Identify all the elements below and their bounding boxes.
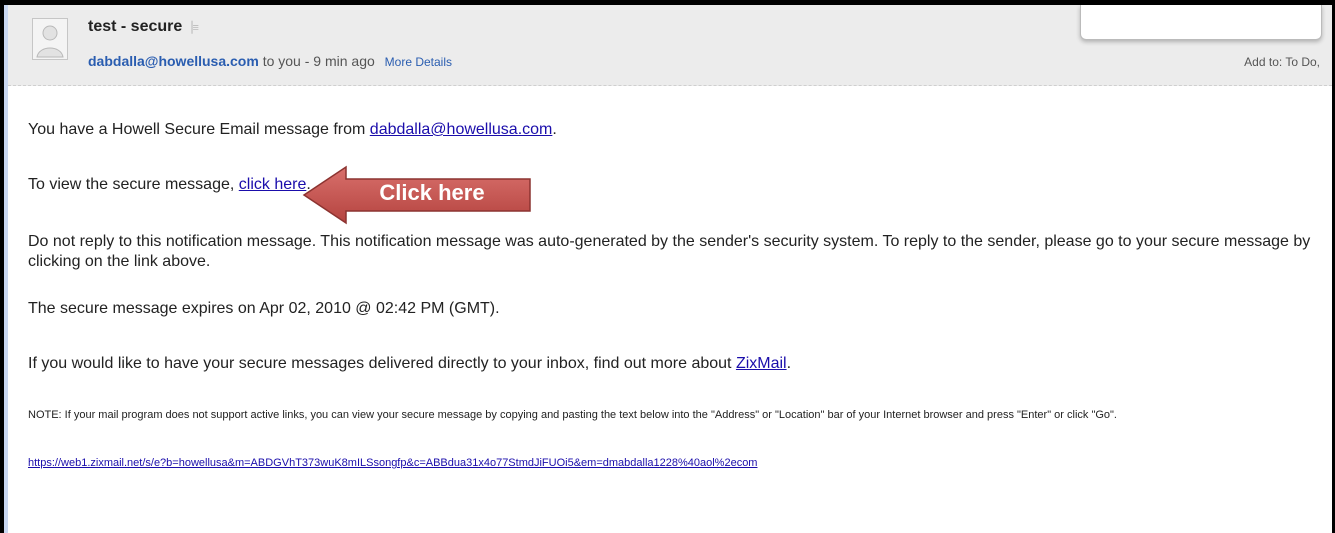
- body-paragraph-4: The secure message expires on Apr 02, 20…: [28, 300, 500, 317]
- more-details-link[interactable]: More Details: [385, 55, 452, 69]
- flag-icon[interactable]: ▕≡: [184, 21, 199, 34]
- body-url-paragraph: https://web1.zixmail.net/s/e?b=howellusa…: [28, 457, 757, 469]
- p5-end: .: [786, 355, 792, 372]
- email-meta: dabdalla@howellusa.com to you - 9 min ag…: [88, 53, 452, 69]
- body-paragraph-3: Do not reply to this notification messag…: [28, 233, 1311, 270]
- body-paragraph-2: To view the secure message, click here.: [28, 176, 311, 194]
- p5-text: If you would like to have your secure me…: [28, 355, 736, 372]
- sender-email-link[interactable]: dabdalla@howellusa.com: [370, 121, 553, 138]
- body-paragraph-1: You have a Howell Secure Email message f…: [28, 121, 557, 139]
- click-here-callout: Click here: [302, 165, 552, 225]
- p1-text: You have a Howell Secure Email message f…: [28, 121, 370, 138]
- body-note: NOTE: If your mail program does not supp…: [28, 409, 1117, 421]
- avatar[interactable]: [32, 18, 68, 60]
- meta-suffix: to you - 9 min ago: [258, 53, 375, 69]
- click-here-link[interactable]: click here: [239, 176, 307, 193]
- sender-link[interactable]: dabdalla@howellusa.com: [88, 53, 259, 69]
- popup-panel: [1080, 5, 1322, 40]
- callout-label: Click here: [379, 180, 485, 205]
- body-paragraph-5: If you would like to have your secure me…: [28, 355, 791, 373]
- secure-url-link[interactable]: https://web1.zixmail.net/s/e?b=howellusa…: [28, 457, 757, 469]
- p2-text: To view the secure message,: [28, 176, 239, 193]
- email-subject: test - secure: [88, 18, 183, 35]
- zixmail-link[interactable]: ZixMail: [736, 355, 787, 372]
- add-to-label[interactable]: Add to: To Do,: [1244, 55, 1320, 69]
- p1-end: .: [552, 121, 557, 138]
